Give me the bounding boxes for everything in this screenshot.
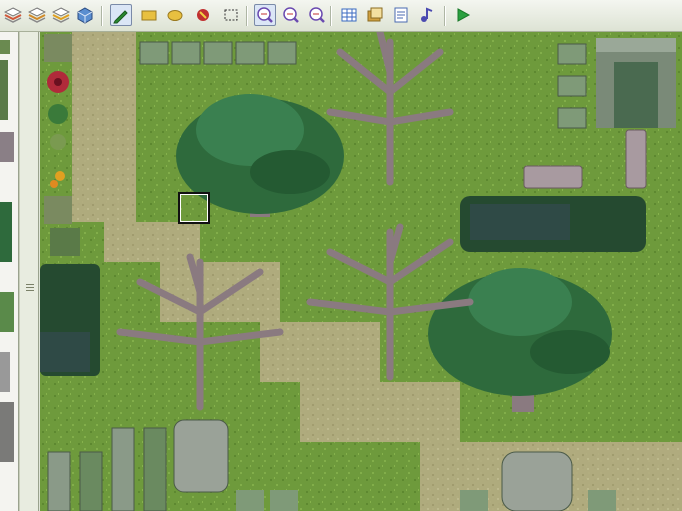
zoom-1x-icon[interactable] (254, 4, 276, 26)
pencil-icon (113, 10, 128, 24)
events-layer-icon (77, 7, 93, 24)
resource-manager-icon (367, 7, 383, 22)
sound-test-icon[interactable] (416, 4, 438, 26)
zoom-quarter-icon[interactable] (306, 4, 328, 26)
zoom-1x-icon (257, 7, 273, 23)
layer-2-icon[interactable] (26, 4, 48, 26)
layer-1-icon (4, 7, 22, 23)
script-editor-icon[interactable] (390, 4, 412, 26)
toolbar-separator (330, 6, 332, 26)
database-icon[interactable] (338, 4, 360, 26)
tile-cursor[interactable] (178, 192, 210, 224)
resource-manager-icon[interactable] (364, 4, 386, 26)
map-canvas[interactable] (40, 32, 682, 511)
pit-left (40, 264, 100, 376)
layer-2-icon (28, 7, 46, 23)
layer-3-icon (52, 7, 70, 23)
panel-splitter[interactable] (19, 32, 39, 511)
pit-right (460, 196, 646, 252)
stone-arch (596, 38, 676, 128)
ellipse-icon (167, 10, 183, 21)
script-editor-icon (394, 7, 408, 23)
select-icon[interactable] (220, 4, 242, 26)
map-view[interactable] (40, 32, 682, 511)
flood-fill-icon (197, 9, 209, 21)
database-icon (341, 8, 357, 22)
toolbar-separator (444, 6, 446, 26)
tileset-preview (0, 32, 18, 511)
select-icon (224, 9, 238, 21)
play-test-icon[interactable] (452, 4, 474, 26)
zoom-half-icon[interactable] (280, 4, 302, 26)
pencil-icon[interactable] (110, 4, 132, 26)
layer-1-icon[interactable] (2, 4, 24, 26)
toolbar-separator (101, 6, 103, 26)
toolbar (0, 0, 682, 32)
zoom-quarter-icon (309, 7, 325, 23)
sound-test-icon (421, 7, 433, 22)
events-layer-icon[interactable] (74, 4, 96, 26)
ellipse-icon[interactable] (164, 4, 186, 26)
play-test-icon (457, 8, 471, 22)
layer-3-icon[interactable] (50, 4, 72, 26)
rectangle-icon[interactable] (138, 4, 160, 26)
rectangle-icon (141, 10, 157, 21)
toolbar-separator (246, 6, 248, 26)
zoom-half-icon (283, 7, 299, 23)
splitter-grip[interactable] (26, 282, 34, 296)
tileset-palette[interactable] (0, 32, 19, 511)
flood-fill-icon[interactable] (192, 4, 214, 26)
